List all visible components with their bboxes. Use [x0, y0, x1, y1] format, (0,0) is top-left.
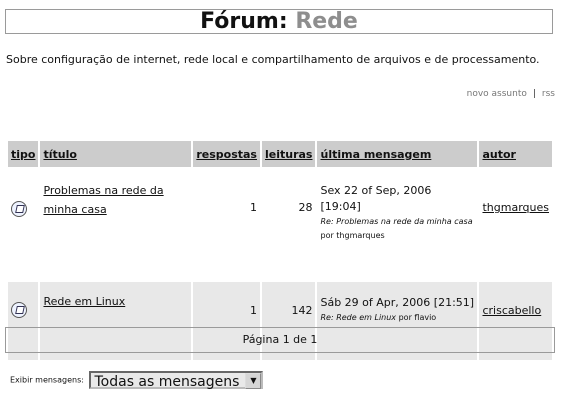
- filter-selected-value: Todas as mensagens: [94, 374, 240, 390]
- new-topic-link[interactable]: novo assunto: [467, 89, 527, 99]
- topic-icon: [11, 302, 27, 318]
- author-link[interactable]: criscabello: [482, 304, 541, 317]
- replies-cell: 1: [193, 170, 260, 279]
- topic-link[interactable]: Rede em Linux: [43, 295, 125, 308]
- last-post-by: por flavio: [398, 313, 437, 322]
- author-link[interactable]: thgmarques: [482, 201, 549, 214]
- reads-cell: 28: [261, 170, 316, 279]
- col-header-type[interactable]: tipo: [8, 141, 39, 167]
- table-row: Problemas na rede da minha casa 1 28 Sex…: [8, 170, 552, 279]
- link-separator: |: [532, 89, 536, 99]
- last-post-by: por thgmarques: [320, 231, 385, 240]
- author-cell: thgmarques: [479, 170, 552, 279]
- col-header-author[interactable]: autor: [479, 141, 552, 167]
- forum-description: Sobre configuração de internet, rede loc…: [6, 53, 540, 66]
- pagination: Página 1 de 1: [5, 327, 555, 353]
- col-header-last-post[interactable]: última mensagem: [317, 141, 478, 167]
- last-post-date: Sáb 29 of Apr, 2006 [21:51]: [320, 296, 475, 309]
- rss-link[interactable]: rss: [542, 89, 555, 99]
- filter-label: Exibir mensagens:: [10, 375, 84, 385]
- col-header-replies[interactable]: respostas: [193, 141, 260, 167]
- last-post-date: Sex 22 of Sep, 2006 [19:04]: [320, 184, 432, 213]
- title-cell: Problemas na rede da minha casa: [40, 170, 192, 279]
- col-header-reads[interactable]: leituras: [261, 141, 316, 167]
- last-post-reply-link[interactable]: Re: Rede em Linux: [320, 313, 396, 322]
- forum-name: Rede: [295, 9, 358, 34]
- topic-icon: [11, 201, 27, 217]
- chevron-down-icon[interactable]: ▼: [245, 373, 262, 389]
- type-cell: [8, 170, 39, 279]
- col-header-title[interactable]: título: [40, 141, 192, 167]
- message-filter: Exibir mensagens: Todas as mensagens ▼: [10, 371, 264, 390]
- last-post-reply-link[interactable]: Re: Problemas na rede da minha casa: [320, 217, 472, 226]
- title-prefix: Fórum:: [200, 9, 288, 34]
- page-title: Fórum: Rede: [5, 9, 553, 34]
- forum-actions: novo assunto | rss: [467, 89, 555, 99]
- last-post-cell: Sex 22 of Sep, 2006 [19:04] Re: Problema…: [317, 170, 478, 279]
- table-header-row: tipo título respostas leituras última me…: [8, 141, 552, 167]
- filter-select[interactable]: Todas as mensagens ▼: [89, 371, 264, 390]
- topic-link[interactable]: Problemas na rede da minha casa: [43, 184, 163, 216]
